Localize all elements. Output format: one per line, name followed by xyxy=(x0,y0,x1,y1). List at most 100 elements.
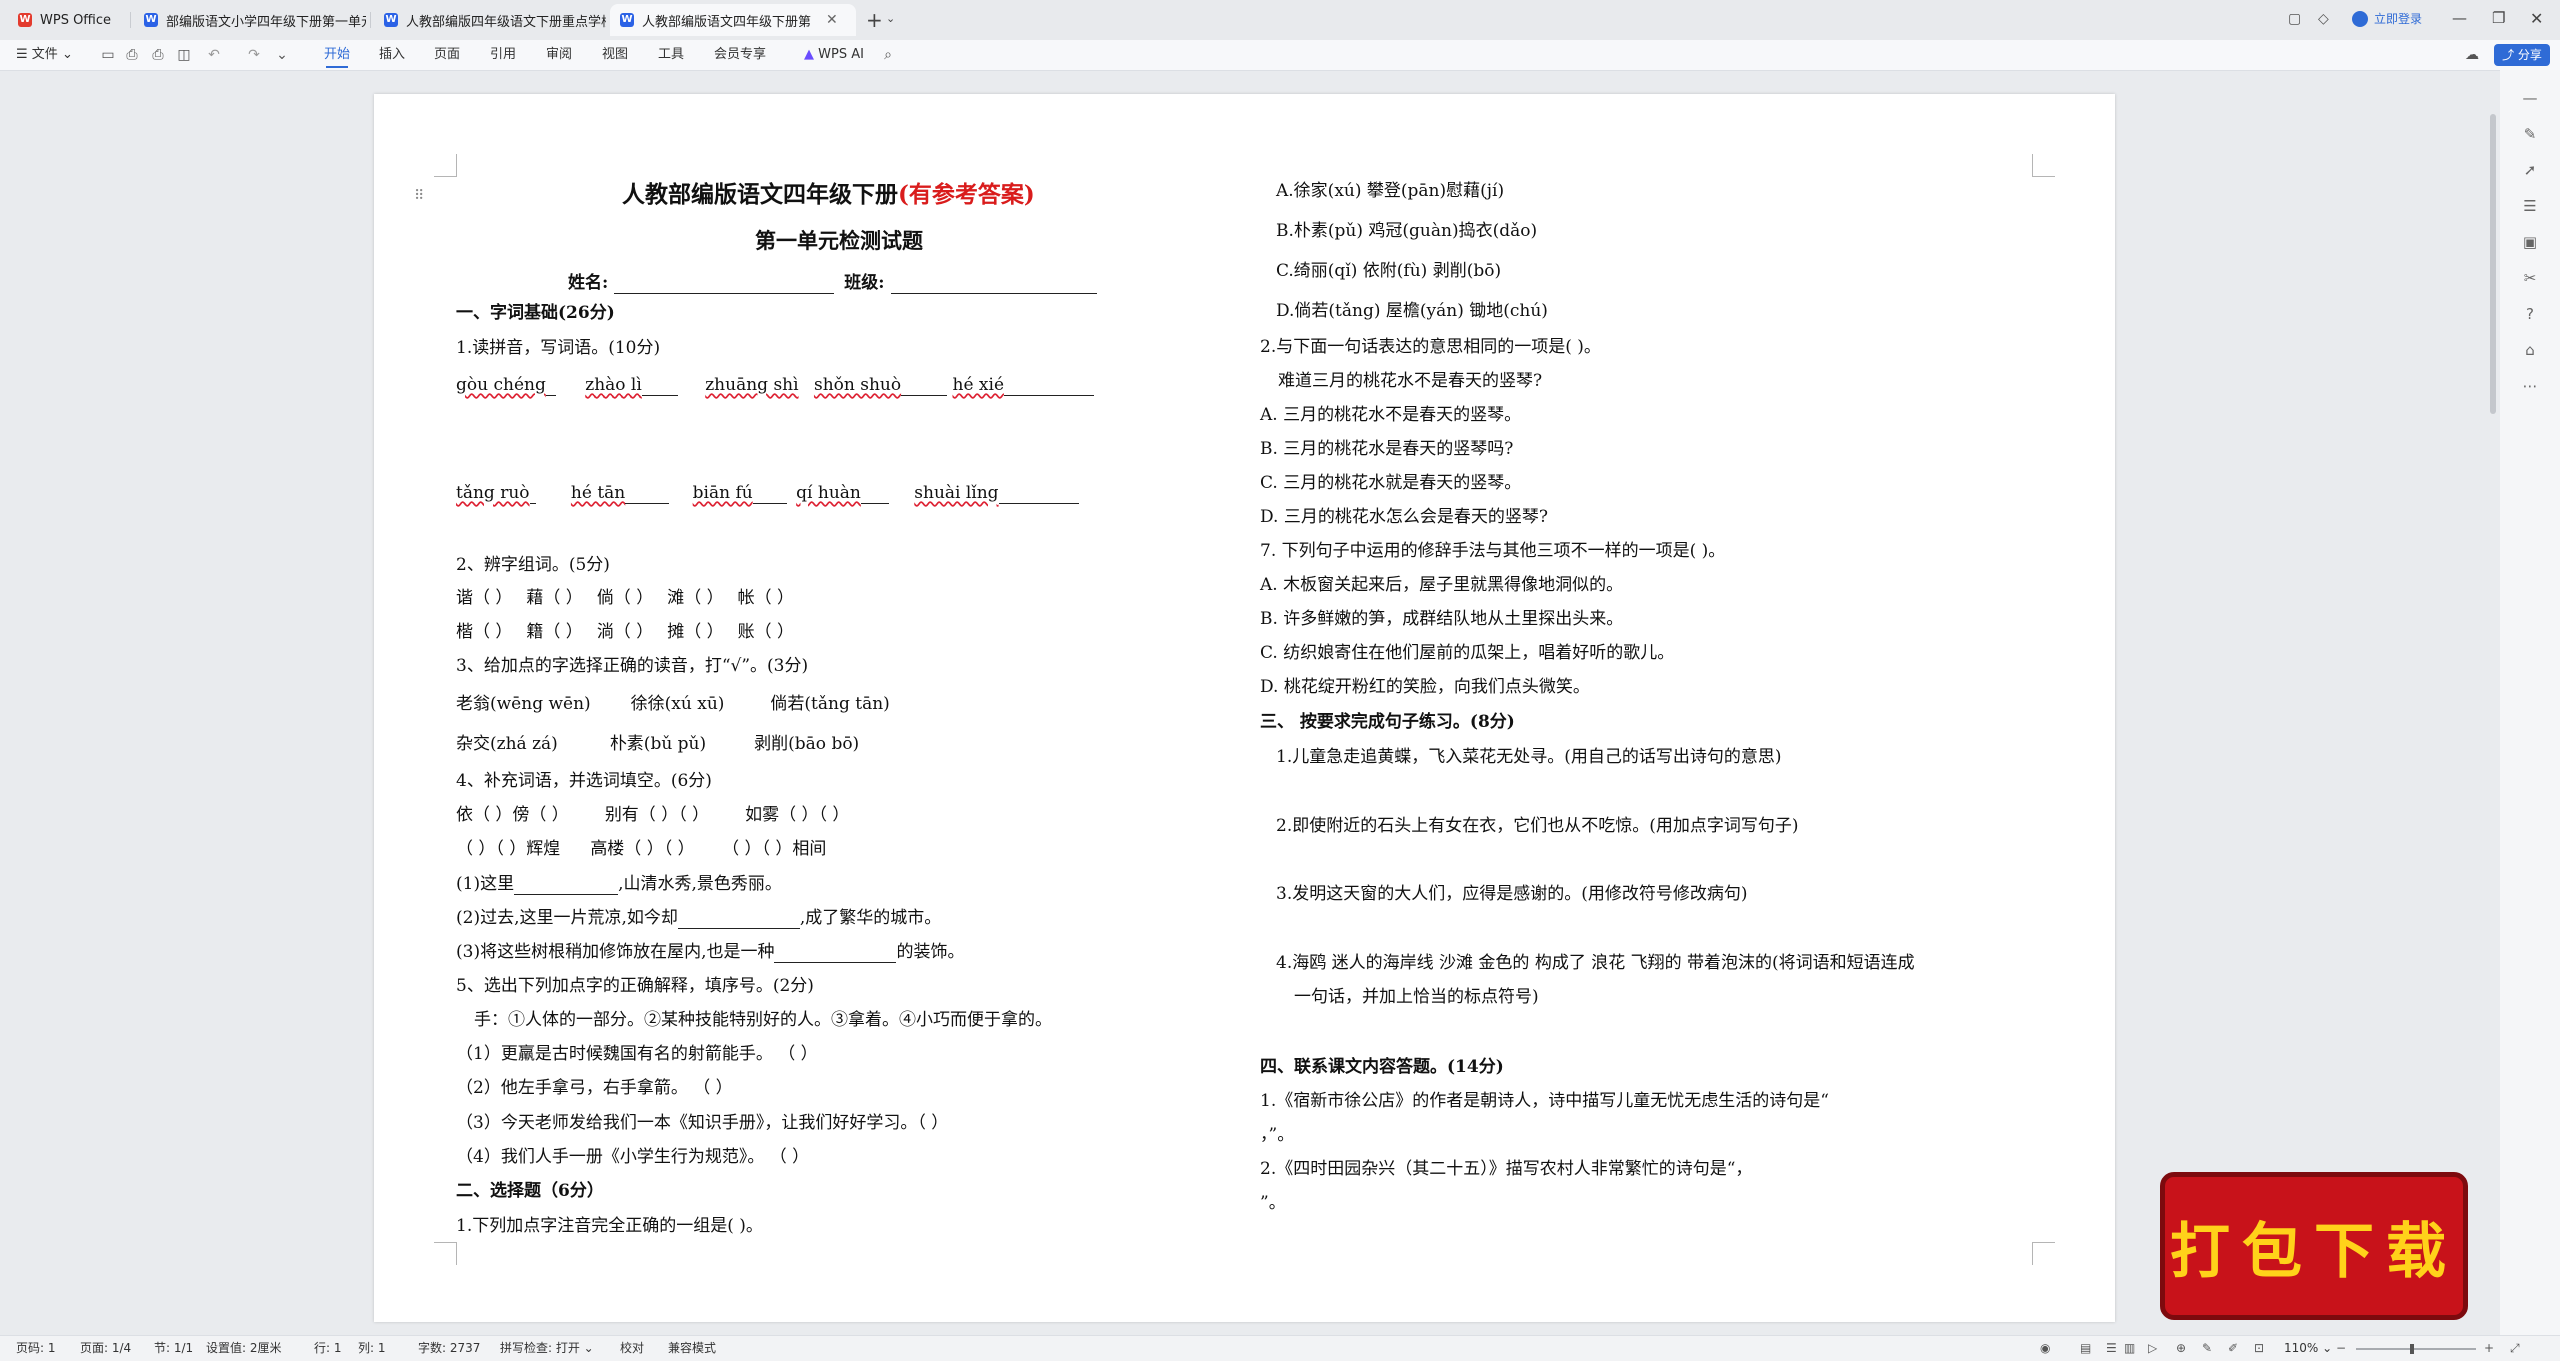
help-icon[interactable]: ? xyxy=(2520,304,2540,324)
mc-question-3: 7. 下列句子中运用的修辞手法与其他三项不一样的一项是( )。 xyxy=(1260,541,1726,561)
pen-icon[interactable]: ✎ xyxy=(2520,124,2540,144)
tab-document-3-active[interactable]: W 人教部编版语文四年级下册第 ✕ xyxy=(610,4,856,36)
tab-review[interactable]: 审阅 xyxy=(546,40,572,70)
save-icon[interactable]: ▭ xyxy=(100,47,116,63)
minimize-icon[interactable]: — xyxy=(2452,9,2467,27)
wps-ai-icon: ▲ xyxy=(804,47,819,62)
collapse-icon[interactable]: — xyxy=(2520,88,2540,108)
zoom-slider-thumb[interactable] xyxy=(2410,1344,2414,1354)
read-view-icon[interactable]: ▥ xyxy=(2124,1336,2135,1361)
print-icon[interactable]: ⎙ xyxy=(150,47,166,63)
tab-reference[interactable]: 引用 xyxy=(490,40,516,70)
vertical-scrollbar[interactable] xyxy=(2488,70,2498,1335)
word-doc-icon: W xyxy=(620,13,634,27)
pointer-icon[interactable]: ➚ xyxy=(2520,160,2540,180)
q3-row-1: 老翁(wēng wēn) 徐徐(xú xū) 倘若(tǎng tān) xyxy=(456,694,890,714)
play-icon[interactable]: ▷ xyxy=(2148,1336,2157,1361)
window-layout-icon[interactable]: ▢ xyxy=(2288,11,2301,27)
redo-icon[interactable]: ↷ xyxy=(246,47,262,63)
cube-icon[interactable]: ◇ xyxy=(2318,11,2329,27)
tab-document-2[interactable]: W 人教部编版四年级语文下册重点学校 xyxy=(374,4,606,36)
wps-logo-icon: W xyxy=(18,13,32,27)
status-compat-mode: 兼容模式 xyxy=(668,1341,717,1355)
document-page[interactable]: ⠿ 人教部编版语文四年级下册(有参考答案) 第一单元检测试题 姓名: 班级: 一、… xyxy=(374,94,2115,1322)
status-proof[interactable]: 校对 xyxy=(620,1336,644,1361)
status-word-count[interactable]: 字数: 2737 xyxy=(418,1336,480,1361)
mc2-option-b: B. 三月的桃花水是春天的竖琴吗? xyxy=(1260,439,1514,459)
store-icon[interactable]: ⌂ xyxy=(2520,340,2540,360)
new-tab-button[interactable]: + xyxy=(866,8,883,32)
more-chevron-icon[interactable]: ⌄ xyxy=(274,47,290,63)
tab-document-1[interactable]: W 部编版语文小学四年级下册第一单元 xyxy=(134,4,366,36)
tab-membership[interactable]: 会员专享 xyxy=(714,40,766,70)
chevron-down-icon: ⌄ xyxy=(579,1341,594,1355)
web-view-icon[interactable]: ⊕ xyxy=(2176,1336,2186,1361)
tab-view[interactable]: 视图 xyxy=(602,40,628,70)
annotate-icon[interactable]: ✐ xyxy=(2228,1336,2238,1361)
q5-item-3: （3）今天老师发给我们一本《知识手册》，让我们好好学习。（ ） xyxy=(456,1113,949,1133)
tab-insert[interactable]: 插入 xyxy=(379,40,405,70)
word-doc-icon: W xyxy=(144,13,158,27)
s4-item-1: 1.《宿新市徐公店》的作者是朝诗人，诗中描写儿童无忧无虑生活的诗句是“ xyxy=(1260,1091,1829,1111)
write-icon[interactable]: ✎ xyxy=(2202,1336,2212,1361)
fullscreen-icon[interactable]: ⤢ xyxy=(2510,1336,2520,1361)
close-tab-icon[interactable]: ✕ xyxy=(826,12,838,28)
search-icon[interactable]: ⌕ xyxy=(880,47,896,63)
zoom-slider[interactable] xyxy=(2356,1344,2476,1354)
fill-blank[interactable] xyxy=(774,942,897,963)
title-bar: W WPS Office W 部编版语文小学四年级下册第一单元 W 人教部编版四… xyxy=(0,0,2560,40)
eye-icon[interactable]: ◉ xyxy=(2040,1336,2050,1361)
fill-blank[interactable] xyxy=(514,874,619,895)
mc2-option-a: A. 三月的桃花水不是春天的竖琴。 xyxy=(1260,405,1522,425)
export-pdf-icon[interactable]: ⎙ xyxy=(124,47,140,63)
zoom-out-icon[interactable]: − xyxy=(2336,1336,2346,1361)
download-badge[interactable]: 打包下载 xyxy=(2160,1172,2468,1320)
name-class-line: 姓名: 班级: xyxy=(568,272,1097,294)
file-menu[interactable]: ☰ 文件 ⌄ xyxy=(16,40,73,70)
q5-item-2: （2）他左手拿弓，右手拿箭。 （ ） xyxy=(456,1078,733,1098)
zoom-in-icon[interactable]: + xyxy=(2484,1336,2494,1361)
drag-handle-icon[interactable]: ⠿ xyxy=(414,188,424,204)
fill-blank[interactable] xyxy=(677,908,800,929)
s4-item-1-cont: ，”。 xyxy=(1260,1125,1295,1145)
more-icon[interactable]: ⋯ xyxy=(2520,376,2540,396)
tools-icon[interactable]: ✂ xyxy=(2520,268,2540,288)
wps-ai-button[interactable]: ▲ WPS AI xyxy=(804,40,864,70)
image-icon[interactable]: ▣ xyxy=(2520,232,2540,252)
word-doc-icon: W xyxy=(384,13,398,27)
cloud-sync-icon[interactable]: ☁ xyxy=(2464,47,2480,63)
fit-icon[interactable]: ⊡ xyxy=(2254,1336,2264,1361)
mc1-option-b: B.朴素(pǔ) 鸡冠(guàn)捣衣(dǎo) xyxy=(1276,221,1538,241)
share-button[interactable]: ⤴ 分享 xyxy=(2494,44,2550,66)
mc2-sentence: 难道三月的桃花水不是春天的竖琴? xyxy=(1278,371,1543,391)
scrollbar-thumb[interactable] xyxy=(2490,114,2496,414)
status-spell-check[interactable]: 拼写检查: 打开 ⌄ xyxy=(500,1336,594,1361)
status-setting: 设置值: 2厘米 xyxy=(206,1341,282,1355)
status-page[interactable]: 页面: 1/4 xyxy=(80,1336,131,1361)
login-button[interactable]: 立即登录 xyxy=(2352,10,2422,27)
outline-view-icon[interactable]: ☰ xyxy=(2106,1336,2117,1361)
q2-row-1: 谐（ ）藉（ ）倘（ ）滩（ ）帐（ ） xyxy=(456,588,795,608)
page-view-icon[interactable]: ▤ xyxy=(2080,1336,2091,1361)
close-window-icon[interactable]: ✕ xyxy=(2530,9,2543,28)
section-3-heading: 三、 按要求完成句子练习。(8分) xyxy=(1260,712,1515,732)
mc3-option-a: A. 木板窗关起来后，屋子里就黑得像地洞似的。 xyxy=(1260,575,1624,595)
tab-start[interactable]: 开始 xyxy=(324,40,350,70)
s3-item-1: 1.儿童急走追黄蝶，飞入菜花无处寻。(用自己的话写出诗句的意思) xyxy=(1276,747,1782,767)
zoom-level[interactable]: 110% ⌄ xyxy=(2284,1336,2332,1361)
mc1-option-d: D.倘若(tǎng) 屋檐(yán) 锄地(chú) xyxy=(1276,301,1548,321)
status-row: 行: 1 xyxy=(314,1341,342,1355)
question-1: 1.读拼音，写词语。(10分) xyxy=(456,338,661,358)
restore-icon[interactable]: ❐ xyxy=(2492,9,2505,27)
sliders-icon[interactable]: ☰ xyxy=(2520,196,2540,216)
name-blank[interactable] xyxy=(614,273,835,294)
tab-page[interactable]: 页面 xyxy=(434,40,460,70)
tab-tools[interactable]: 工具 xyxy=(658,40,684,70)
tab-list-chevron-icon[interactable]: ⌄ xyxy=(886,12,895,25)
status-page-code: 页码: 1 xyxy=(16,1341,56,1355)
print-preview-icon[interactable]: ◫ xyxy=(176,47,192,63)
question-4: 4、补充词语，并选词填空。(6分) xyxy=(456,771,712,791)
undo-icon[interactable]: ↶ xyxy=(206,47,222,63)
class-blank[interactable] xyxy=(890,273,1097,294)
tab-wps-office[interactable]: W WPS Office xyxy=(8,4,128,36)
